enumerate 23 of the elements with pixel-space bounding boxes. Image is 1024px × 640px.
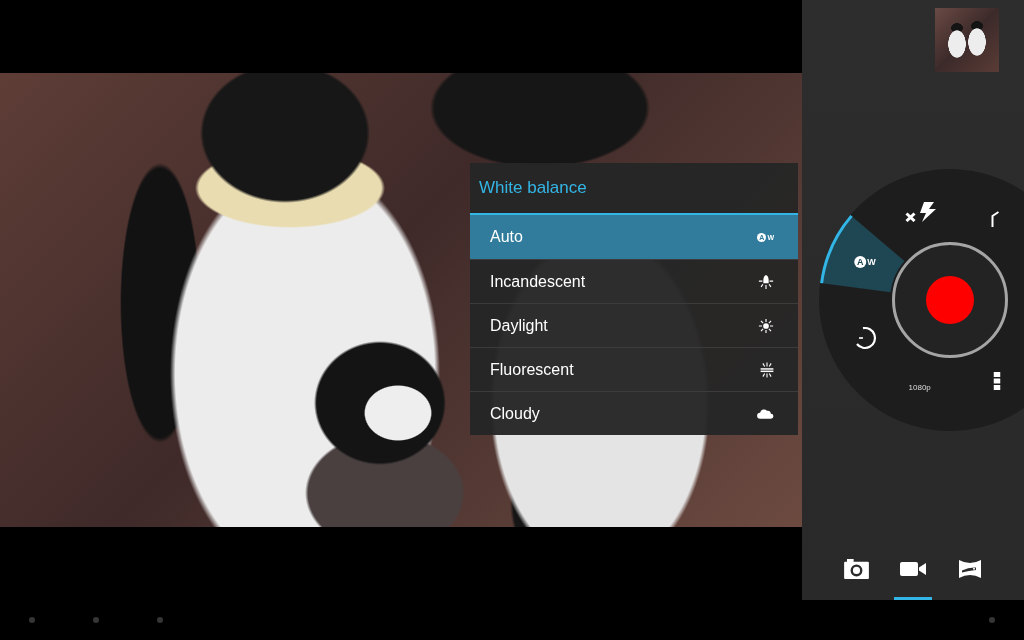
nav-dot-icon [29,617,35,623]
angle-icon[interactable] [991,210,1000,227]
flash-off-icon[interactable] [905,201,938,222]
resolution-label[interactable]: 1080p [908,383,931,392]
more-options-icon[interactable] [993,371,1000,390]
thumbnail-placeholder[interactable] [935,8,999,72]
nav-dot-icon [989,617,995,623]
camera-icon [843,558,869,579]
sun-icon [758,317,774,334]
light-bulb-icon [758,273,774,290]
nav-dot-icon [157,617,163,623]
balance-option[interactable]: Cloudy [470,391,798,435]
balance-option[interactable]: Fluorescent [470,347,798,391]
menu-title: White balance [478,177,588,199]
fluorescent-tube-icon [760,361,774,378]
video-camera-icon [900,561,926,576]
balance-option[interactable]: Daylight [470,303,798,347]
record-dot-icon [926,276,974,324]
balance-option[interactable]: Incandescent [470,259,798,303]
timer-icon[interactable] [853,325,877,350]
nav-dot-icon [93,617,99,623]
cloud-icon [757,408,774,419]
panorama-icon [959,559,981,578]
